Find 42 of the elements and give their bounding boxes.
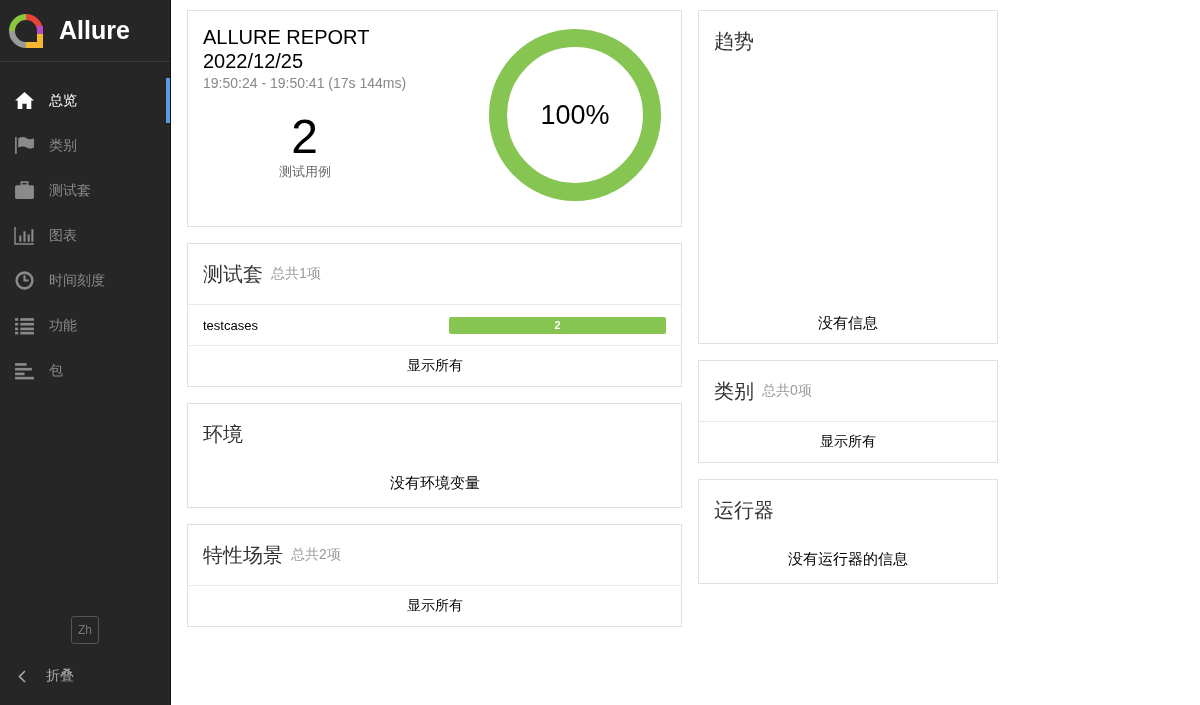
logo-icon (9, 13, 43, 48)
flag-icon (14, 135, 35, 156)
show-all-link[interactable]: 显示所有 (188, 586, 681, 626)
widget-title: 运行器 (714, 497, 774, 523)
item-total: 总共2项 (291, 546, 341, 564)
empty-message: 没有信息 (818, 314, 878, 333)
report-date: 2022/12/25 (203, 49, 305, 73)
nav-item[interactable]: 图表 (0, 213, 170, 258)
item-total: 总共0项 (762, 382, 812, 400)
widget-title: 趋势 (714, 28, 754, 54)
nav-item[interactable]: 功能 (0, 303, 170, 348)
empty-message: 没有环境变量 (389, 474, 480, 493)
nav-item[interactable]: 测试套 (0, 168, 170, 213)
suite-name: testcases (203, 317, 258, 333)
nav-item[interactable]: 包 (0, 348, 170, 393)
status-bar: 2 (449, 316, 666, 334)
bars-icon (14, 360, 35, 381)
list-icon (14, 315, 35, 336)
item-total: 总共1项 (271, 265, 321, 283)
chevron-left-icon (18, 669, 26, 683)
language-button[interactable]: Zh (71, 616, 99, 644)
report-time: 19:50:24 - 19:50:41 (17s 144ms) (203, 75, 407, 91)
show-all-link[interactable]: 显示所有 (699, 422, 997, 462)
brand-name: Allure (59, 16, 130, 45)
briefcase-icon (14, 180, 35, 201)
collapse-button[interactable]: 折叠 (0, 656, 170, 696)
widget-title: 特性场景 (203, 542, 283, 568)
bar-chart-icon (14, 225, 35, 246)
widget-title: 类别 (714, 378, 754, 404)
clock-icon (14, 270, 35, 291)
nav-item[interactable]: 时间刻度 (0, 258, 170, 303)
test-count: 2 (291, 111, 318, 163)
pass-rate: 100% (540, 99, 610, 131)
empty-message: 没有运行器的信息 (788, 550, 908, 569)
test-count-label: 测试用例 (278, 163, 331, 181)
nav-item[interactable]: 类别 (0, 123, 170, 168)
widget-title: 环境 (203, 421, 243, 447)
report-title: ALLURE REPORT (203, 25, 371, 49)
show-all-link[interactable]: 显示所有 (188, 346, 681, 386)
widget-title: 测试套 (203, 261, 263, 287)
nav-item[interactable]: 总览 (0, 78, 170, 123)
home-icon (14, 90, 35, 111)
